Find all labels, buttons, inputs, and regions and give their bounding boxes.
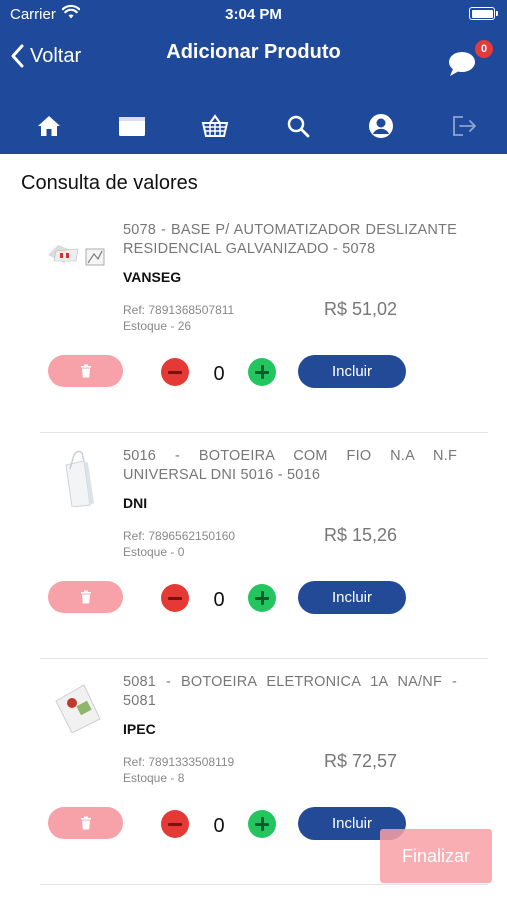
product-brand: IPEC: [123, 721, 156, 737]
product-price: R$ 15,26: [324, 525, 398, 545]
status-bar: Carrier 3:04 PM: [0, 0, 507, 30]
stock-count: Estoque - 8: [123, 771, 185, 785]
product-ref: Ref: 7891368507811 Estoque - 26: [123, 302, 234, 334]
battery-icon: [469, 7, 498, 20]
logout-icon: [452, 116, 476, 136]
search-icon: [287, 115, 309, 138]
product-ref: Ref: 7896562150160 Estoque - 0: [123, 528, 235, 560]
finalize-button[interactable]: Finalizar: [380, 829, 492, 883]
tab-profile[interactable]: [339, 104, 422, 148]
product-image: [44, 447, 108, 508]
home-icon: [37, 116, 60, 136]
quantity-value: 0: [213, 589, 225, 611]
increase-quantity-button[interactable]: [248, 810, 276, 838]
increase-quantity-button[interactable]: [248, 358, 276, 386]
tab-search[interactable]: [256, 104, 339, 148]
product-image: [44, 673, 108, 734]
product-price: R$ 51,02: [324, 299, 398, 319]
tab-wallet[interactable]: [90, 104, 173, 148]
product-name: 5016 - BOTOEIRA COM FIO N.A N.F UNIVERSA…: [123, 448, 457, 483]
delete-button[interactable]: [48, 355, 123, 387]
product-card: 5078 - BASE P/ AUTOMATIZADOR DESLIZANTE …: [40, 207, 488, 433]
chat-bubble-icon: [449, 52, 475, 76]
tab-basket[interactable]: [173, 104, 256, 148]
reference-code: Ref: 7891333508119: [123, 755, 235, 769]
decrease-quantity-button[interactable]: [161, 358, 189, 386]
basket-icon: [201, 114, 228, 137]
back-label: Voltar: [30, 44, 82, 67]
product-price: R$ 72,57: [324, 751, 398, 771]
product-image: [44, 221, 108, 281]
trash-icon: [80, 816, 91, 830]
decrease-quantity-button[interactable]: [161, 810, 189, 838]
stock-count: Estoque - 0: [123, 545, 185, 559]
reference-code: Ref: 7891368507811: [123, 303, 235, 317]
clock: 3:04 PM: [225, 6, 282, 23]
user-icon: [368, 114, 393, 138]
product-brand: VANSEG: [123, 269, 182, 285]
navigation-bar: Voltar Adicionar Produto 0: [0, 34, 507, 86]
tab-bar: [0, 104, 507, 148]
trash-icon: [80, 364, 91, 378]
back-button[interactable]: Voltar: [10, 44, 81, 68]
delete-button[interactable]: [48, 581, 123, 613]
tab-home[interactable]: [7, 104, 90, 148]
product-brand: DNI: [123, 495, 148, 511]
product-ref: Ref: 7891333508119 Estoque - 8: [123, 754, 234, 786]
app-header: Carrier 3:04 PM Voltar Adicionar Produto…: [0, 0, 507, 154]
tab-logout[interactable]: [422, 104, 505, 148]
product-name: 5081 - BOTOEIRA ELETRONICA 1A NA/NF - 50…: [123, 674, 457, 709]
reference-code: Ref: 7896562150160: [123, 529, 236, 543]
delete-button[interactable]: [48, 807, 123, 839]
stock-count: Estoque - 26: [123, 319, 192, 333]
divider: [40, 884, 488, 885]
product-card: 5016 - BOTOEIRA COM FIO N.A N.F UNIVERSA…: [40, 433, 488, 659]
section-title: Consulta de valores: [21, 172, 198, 194]
quantity-value: 0: [213, 815, 225, 837]
add-button[interactable]: Incluir: [298, 355, 406, 388]
add-button[interactable]: Incluir: [298, 581, 406, 614]
product-name: 5078 - BASE P/ AUTOMATIZADOR DESLIZANTE …: [123, 222, 457, 257]
trash-icon: [80, 590, 91, 604]
wallet-icon: [118, 117, 145, 136]
chevron-left-icon: [11, 44, 24, 68]
quantity-value: 0: [213, 363, 225, 385]
chat-button[interactable]: 0: [449, 40, 493, 76]
notification-badge: 0: [475, 40, 493, 58]
increase-quantity-button[interactable]: [248, 584, 276, 612]
decrease-quantity-button[interactable]: [161, 584, 189, 612]
